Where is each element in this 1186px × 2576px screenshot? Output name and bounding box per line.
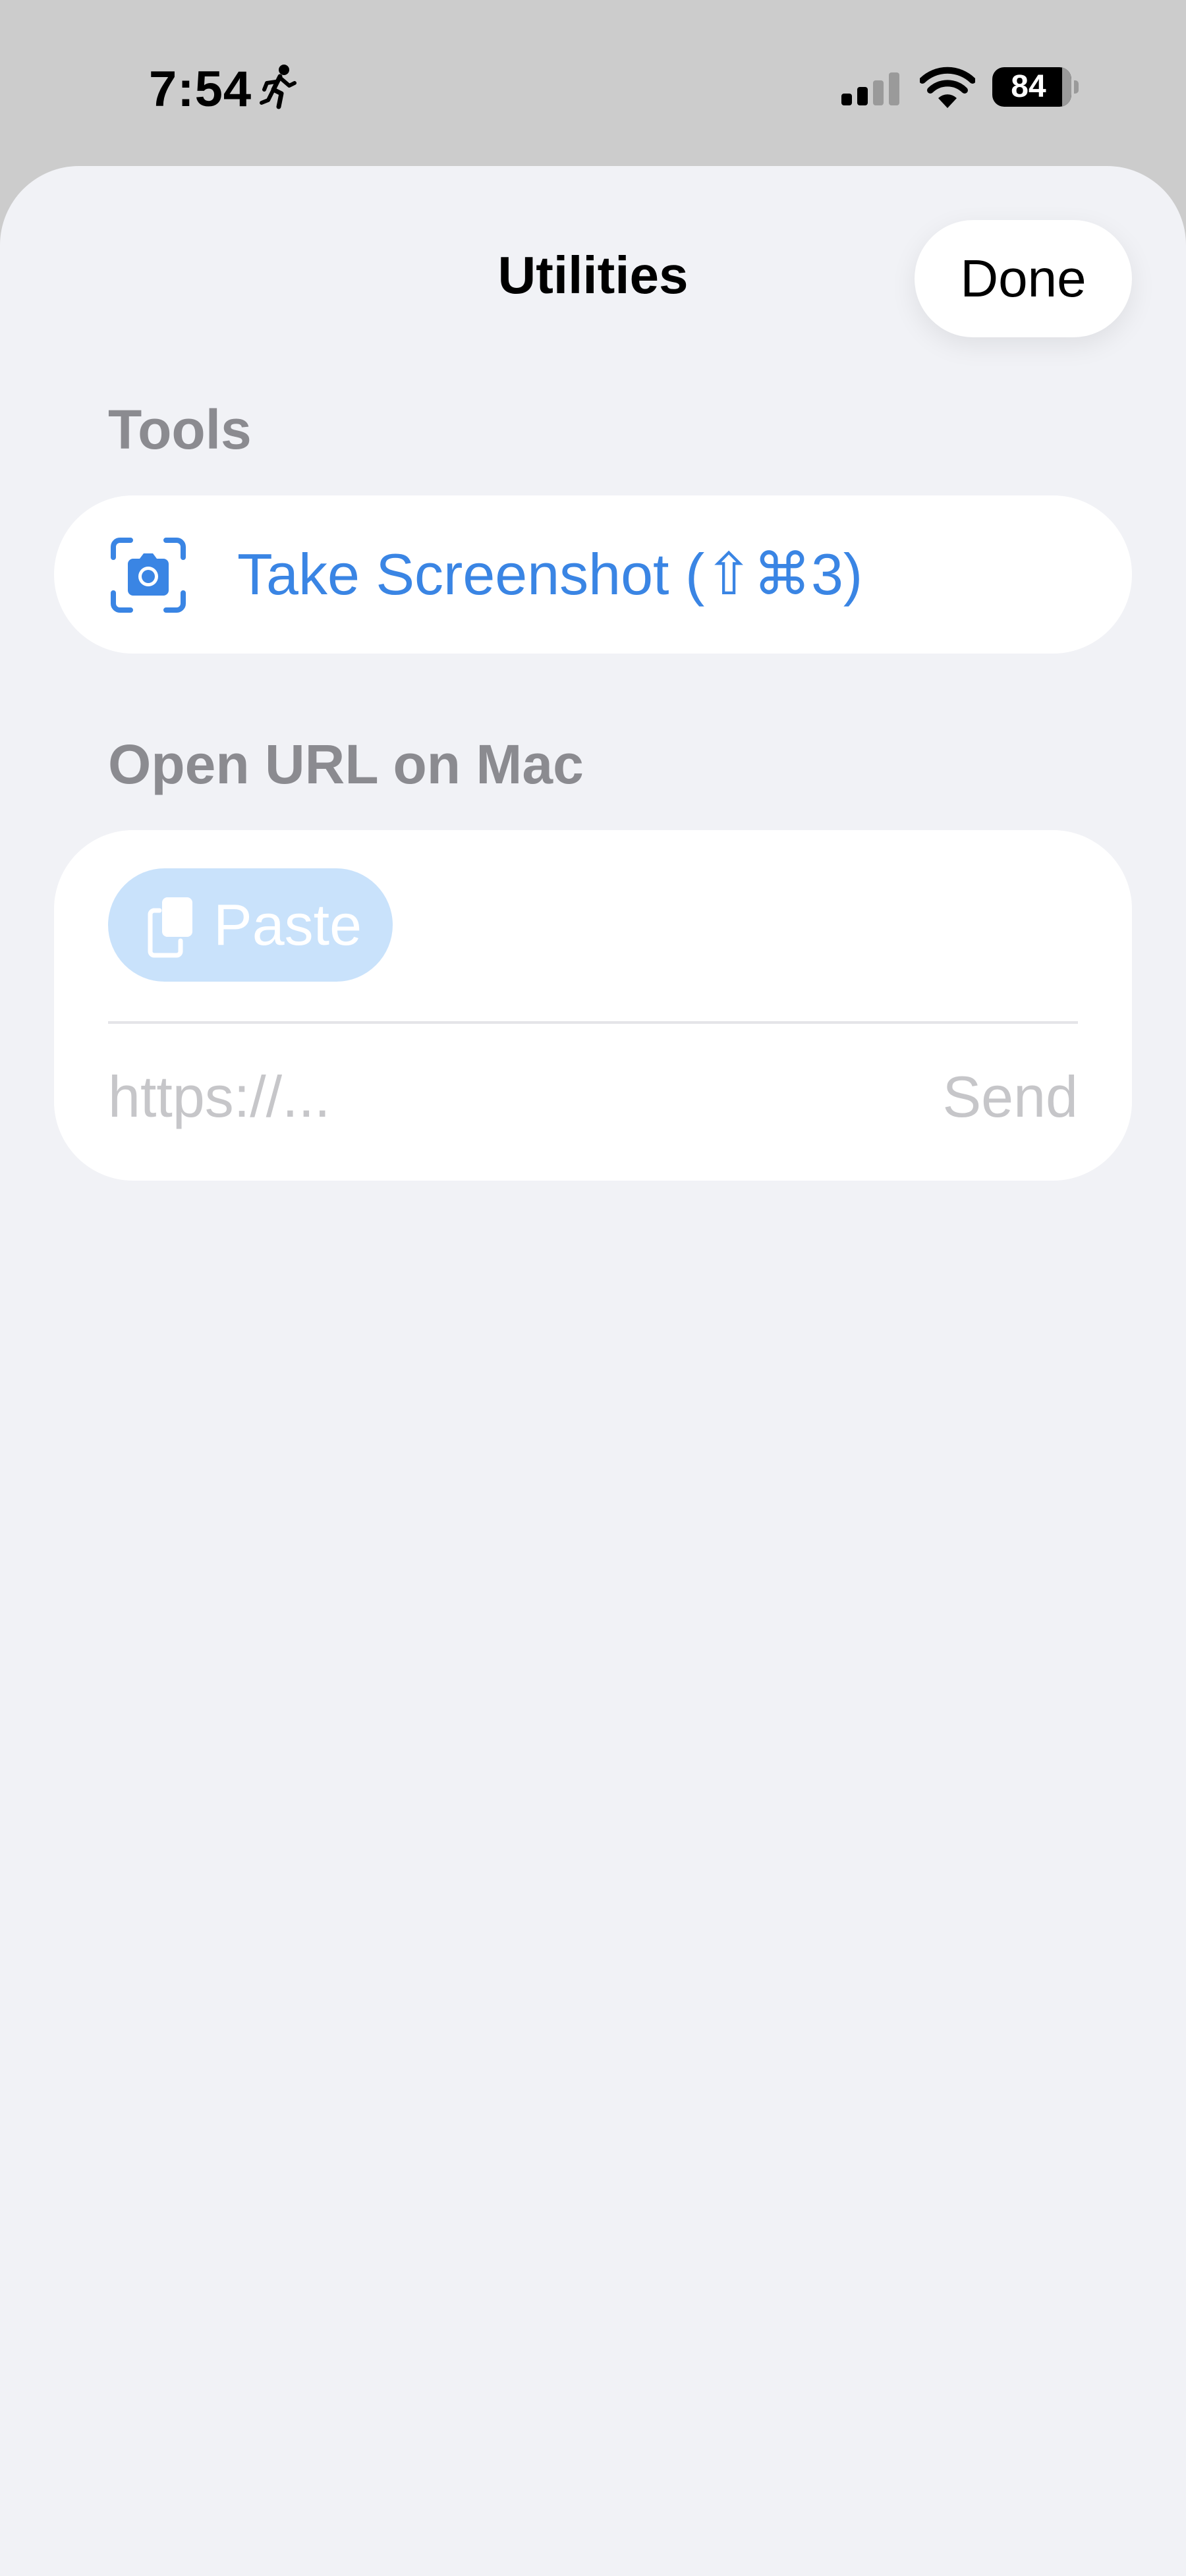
battery-level: 84 xyxy=(1011,69,1046,104)
open-url-card: Paste Send xyxy=(54,830,1132,1181)
done-button[interactable]: Done xyxy=(915,220,1132,337)
url-input[interactable] xyxy=(108,1041,833,1153)
take-screenshot-label: Take Screenshot (⇧⌘3) xyxy=(237,542,863,607)
clipboard-icon xyxy=(148,897,192,958)
cellular-signal-icon xyxy=(841,72,899,105)
paste-label: Paste xyxy=(213,892,362,957)
tools-section-header: Tools xyxy=(108,399,252,461)
wifi-icon xyxy=(920,67,975,108)
send-button[interactable]: Send xyxy=(942,1041,1078,1153)
activity-figure-icon xyxy=(260,65,296,109)
paste-button[interactable]: Paste xyxy=(108,868,393,982)
status-time: 7:54 xyxy=(149,61,252,117)
camera-viewfinder-icon xyxy=(111,538,186,613)
open-url-section-header: Open URL on Mac xyxy=(108,733,584,795)
tools-card: Take Screenshot (⇧⌘3) xyxy=(54,495,1132,654)
battery-icon: 84 xyxy=(992,67,1079,107)
divider xyxy=(108,1021,1078,1024)
take-screenshot-button[interactable]: Take Screenshot (⇧⌘3) xyxy=(54,495,1132,654)
status-bar: 7:54 84 xyxy=(0,0,1186,165)
utilities-sheet: Utilities Done Tools Take Screenshot (⇧⌘… xyxy=(0,166,1186,2576)
